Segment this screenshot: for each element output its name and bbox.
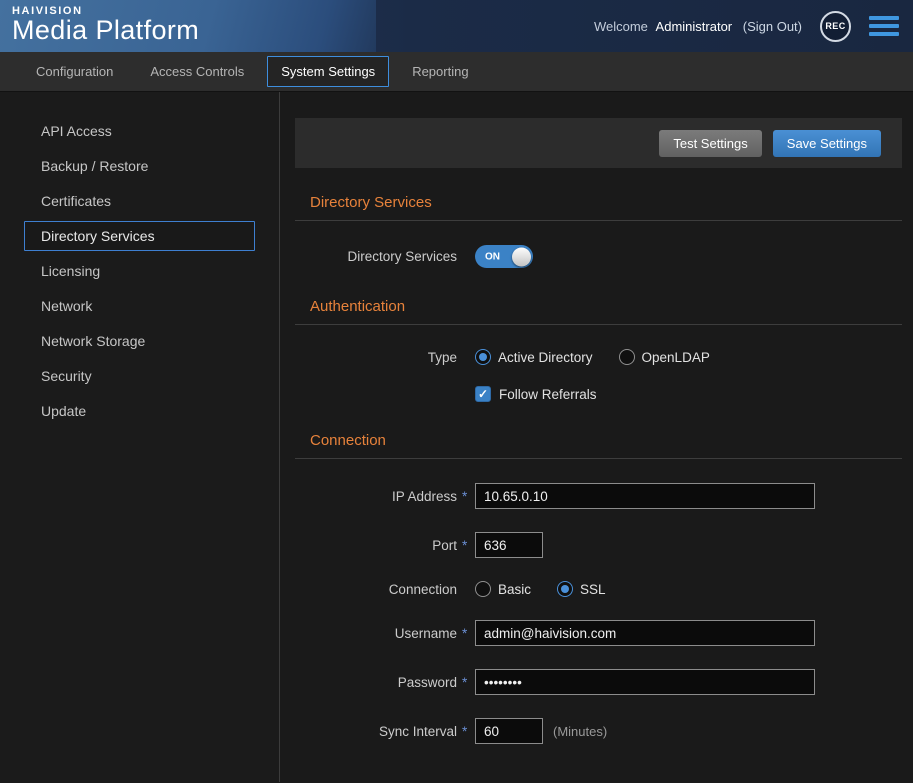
main-nav: Configuration Access Controls System Set…	[0, 52, 913, 92]
sidebar-item-network[interactable]: Network	[24, 291, 255, 321]
directory-services-toggle[interactable]: ON	[475, 245, 533, 268]
tab-system-settings[interactable]: System Settings	[267, 56, 389, 87]
ip-address-label: IP Address	[295, 489, 457, 504]
follow-referrals-checkbox[interactable]: ✓	[475, 386, 491, 402]
toggle-knob	[512, 247, 531, 266]
app-root: HAIVISION Media Platform Welcome Adminis…	[0, 0, 913, 783]
required-asterisk: *	[457, 489, 475, 504]
action-bar: Test Settings Save Settings	[295, 118, 902, 168]
radio-ssl[interactable]	[557, 581, 573, 597]
header-right: Welcome Administrator (Sign Out) REC	[594, 0, 913, 52]
connection-type-row: Connection Basic SSL	[295, 581, 902, 597]
directory-services-toggle-row: Directory Services ON	[295, 245, 902, 268]
tab-access-controls[interactable]: Access Controls	[136, 56, 258, 87]
required-asterisk: *	[457, 675, 475, 690]
radio-ssl-label: SSL	[580, 582, 606, 597]
port-label: Port	[295, 538, 457, 553]
tab-reporting[interactable]: Reporting	[398, 56, 482, 87]
toggle-state-label: ON	[485, 251, 500, 262]
follow-referrals-label: Follow Referrals	[499, 387, 597, 402]
save-settings-button[interactable]: Save Settings	[773, 130, 881, 157]
brand-logo: HAIVISION Media Platform	[0, 0, 376, 52]
product-name: Media Platform	[12, 15, 376, 46]
username-input[interactable]	[475, 620, 815, 646]
page-body: API Access Backup / Restore Certificates…	[0, 92, 913, 782]
password-input[interactable]	[475, 669, 815, 695]
sync-interval-label: Sync Interval	[295, 724, 457, 739]
sync-interval-suffix: (Minutes)	[553, 724, 607, 739]
welcome-text: Welcome Administrator (Sign Out)	[594, 19, 802, 34]
sidebar-item-certificates[interactable]: Certificates	[24, 186, 255, 216]
sidebar-item-network-storage[interactable]: Network Storage	[24, 326, 255, 356]
radio-active-directory-label: Active Directory	[498, 350, 593, 365]
main-content: Test Settings Save Settings Directory Se…	[280, 92, 913, 782]
sidebar-item-directory-services[interactable]: Directory Services	[24, 221, 255, 251]
sidebar-item-licensing[interactable]: Licensing	[24, 256, 255, 286]
required-asterisk: *	[457, 724, 475, 739]
sidebar: API Access Backup / Restore Certificates…	[0, 92, 280, 782]
username-label: Username	[295, 626, 457, 641]
radio-openldap[interactable]	[619, 349, 635, 365]
divider	[295, 324, 902, 325]
password-label: Password	[295, 675, 457, 690]
sign-out-link[interactable]: (Sign Out)	[743, 19, 802, 34]
port-input[interactable]	[475, 532, 543, 558]
menu-icon[interactable]	[869, 12, 899, 40]
port-row: Port *	[295, 532, 902, 558]
tab-configuration[interactable]: Configuration	[22, 56, 127, 87]
follow-referrals-row: ✓ Follow Referrals	[295, 386, 902, 402]
header: HAIVISION Media Platform Welcome Adminis…	[0, 0, 913, 52]
radio-active-directory[interactable]	[475, 349, 491, 365]
type-row: Type Active Directory OpenLDAP	[295, 349, 902, 365]
username-text: Administrator	[656, 19, 733, 34]
required-asterisk: *	[457, 538, 475, 553]
ip-address-input[interactable]	[475, 483, 815, 509]
sync-interval-input[interactable]	[475, 718, 543, 744]
radio-basic-label: Basic	[498, 582, 531, 597]
type-label: Type	[295, 350, 457, 365]
divider	[295, 220, 902, 221]
radio-basic[interactable]	[475, 581, 491, 597]
sidebar-item-update[interactable]: Update	[24, 396, 255, 426]
section-title-connection: Connection	[310, 432, 902, 449]
directory-services-toggle-label: Directory Services	[295, 249, 457, 264]
ip-address-row: IP Address *	[295, 483, 902, 509]
sidebar-item-backup-restore[interactable]: Backup / Restore	[24, 151, 255, 181]
section-title-authentication: Authentication	[310, 298, 902, 315]
rec-badge-label: REC	[825, 21, 845, 31]
welcome-prefix: Welcome	[594, 19, 648, 34]
required-asterisk: *	[457, 626, 475, 641]
username-row: Username *	[295, 620, 902, 646]
rec-badge: REC	[820, 11, 851, 42]
test-settings-button[interactable]: Test Settings	[659, 130, 761, 157]
sidebar-item-security[interactable]: Security	[24, 361, 255, 391]
divider	[295, 458, 902, 459]
sidebar-item-api-access[interactable]: API Access	[24, 116, 255, 146]
password-row: Password *	[295, 669, 902, 695]
sync-interval-row: Sync Interval * (Minutes)	[295, 718, 902, 744]
radio-openldap-label: OpenLDAP	[642, 350, 710, 365]
connection-label: Connection	[295, 582, 457, 597]
section-title-directory-services: Directory Services	[310, 194, 902, 211]
